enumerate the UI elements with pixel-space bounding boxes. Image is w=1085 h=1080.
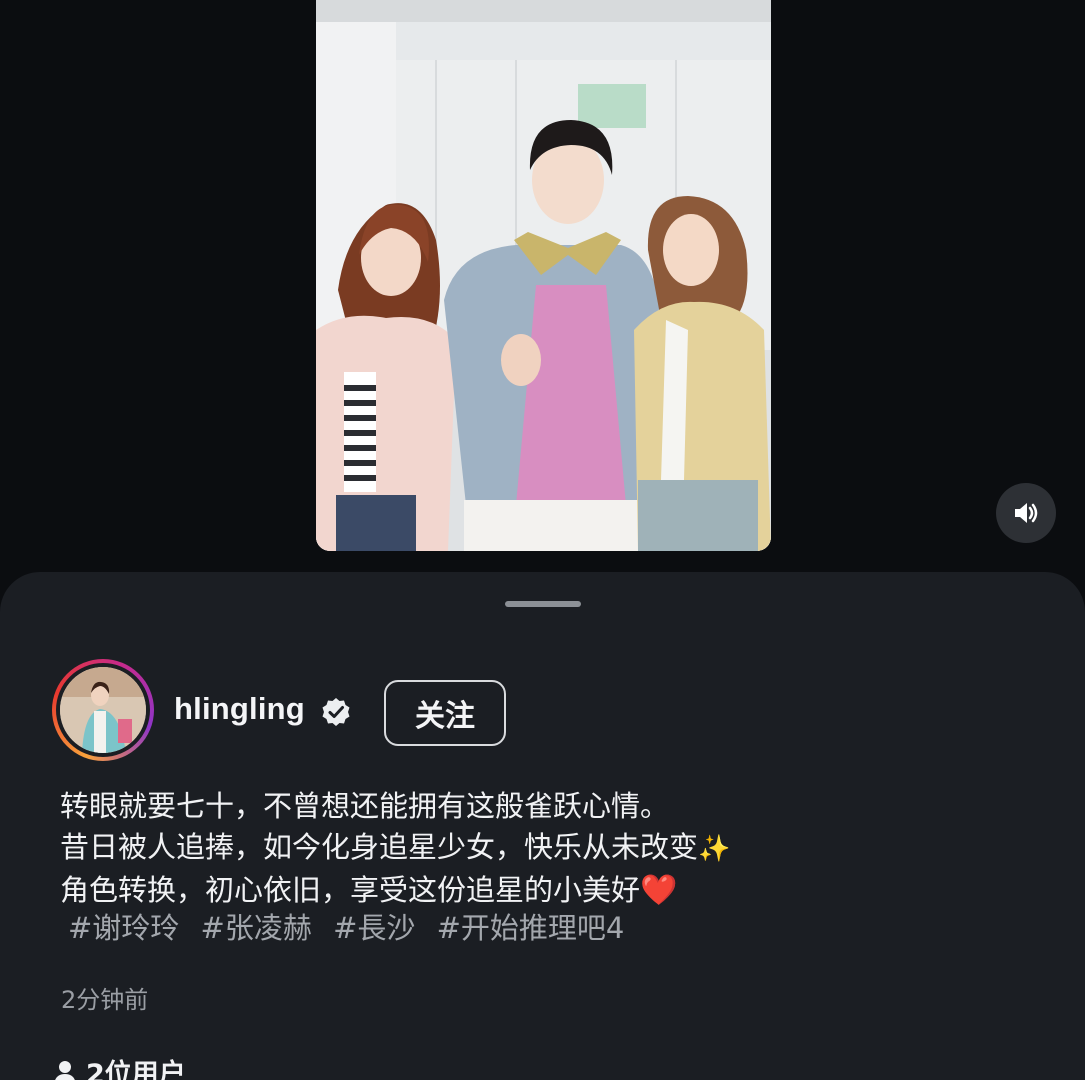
hashtag-link[interactable]: #张凌赫 <box>201 911 312 945</box>
post-caption: 转眼就要七十，不曾想还能拥有这般雀跃心情。 昔日被人追捧，如今化身追星少女，快乐… <box>60 786 1040 911</box>
avatar-image <box>60 667 146 753</box>
hashtag-link[interactable]: #开始推理吧4 <box>437 911 625 945</box>
mute-button[interactable] <box>996 483 1056 543</box>
story-viewer: hlingling 关注 转眼就要七十，不曾想还能拥有这般雀跃心情。 昔日被人追… <box>0 0 1085 1080</box>
sparkles-icon: ✨ <box>698 834 731 864</box>
caption-line-1-text: 转眼就要七十，不曾想还能拥有这般雀跃心情。 <box>60 789 670 823</box>
caption-line-3: 角色转换，初心依旧，享受这份追星的小美好❤️ <box>60 870 1040 911</box>
photo-illustration <box>316 0 771 551</box>
hashtag-link[interactable]: #長沙 <box>333 911 415 945</box>
caption-line-2-text: 昔日被人追捧，如今化身追星少女，快乐从未改变 <box>60 830 699 864</box>
sheet-grabber-handle[interactable] <box>505 601 581 607</box>
caption-line-3-text: 角色转换，初心依旧，享受这份追星的小美好 <box>60 873 641 907</box>
post-details-sheet: hlingling 关注 转眼就要七十，不曾想还能拥有这般雀跃心情。 昔日被人追… <box>0 572 1085 1080</box>
hashtag-link[interactable]: #谢玲玲 <box>68 911 179 945</box>
avatar[interactable] <box>52 659 154 761</box>
viewers-count-label: 2位用户 <box>86 1059 186 1080</box>
post-photo[interactable] <box>316 0 771 551</box>
avatar-illustration <box>60 667 146 753</box>
caption-line-1: 转眼就要七十，不曾想还能拥有这般雀跃心情。 <box>60 786 1040 827</box>
post-timestamp: 2分钟前 <box>61 986 149 1014</box>
caption-line-2: 昔日被人追捧，如今化身追星少女，快乐从未改变✨ <box>60 827 1040 870</box>
viewers-button[interactable]: 2位用户 <box>52 1052 186 1080</box>
hashtag-list: #谢玲玲 #张凌赫 #長沙 #开始推理吧4 <box>68 908 636 949</box>
username[interactable]: hlingling <box>174 691 305 727</box>
speaker-icon <box>1015 503 1038 523</box>
avatar-border <box>56 663 150 757</box>
follow-button[interactable]: 关注 <box>384 680 506 746</box>
verified-badge-icon <box>322 698 350 726</box>
heart-icon: ❤️ <box>640 873 678 908</box>
person-icon <box>54 1060 76 1080</box>
